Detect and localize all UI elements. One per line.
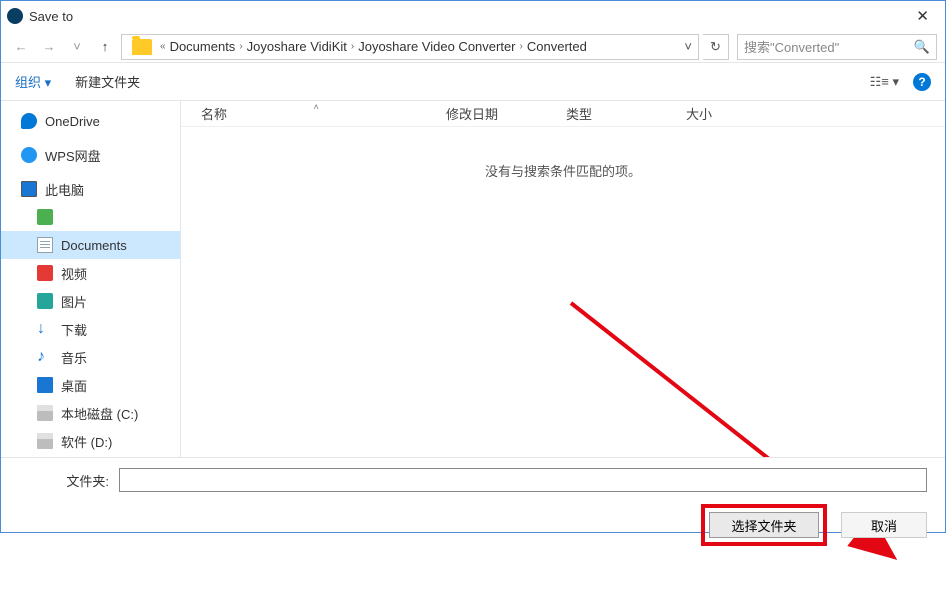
col-header-name[interactable]: ˄名称 [181, 104, 446, 123]
sidebar-item[interactable]: 本地磁盘 (C:) [1, 399, 180, 427]
search-icon: 🔍 [914, 39, 930, 55]
drive-icon [37, 405, 53, 421]
footer: 文件夹: 选择文件夹 取消 [1, 457, 945, 532]
app-icon [7, 8, 23, 24]
sidebar-item[interactable]: 此电脑 [1, 175, 180, 203]
sidebar-item-label: 软件 (D:) [61, 432, 112, 451]
organize-menu[interactable]: 组织 ▾ [15, 72, 51, 91]
image-icon [37, 293, 53, 309]
view-mode-button[interactable]: ☷≡ ▾ [870, 74, 899, 90]
chevron-right-icon: › [351, 41, 354, 52]
window-title: Save to [29, 9, 73, 24]
folder-label: 文件夹: [19, 471, 109, 490]
pc-icon [21, 181, 37, 197]
cloud-od-icon [21, 113, 37, 129]
search-placeholder: 搜索"Converted" [744, 37, 839, 56]
back-button[interactable]: ← [9, 35, 33, 59]
sidebar-item[interactable]: 桌面 [1, 371, 180, 399]
nav-row: ← → ˅ ↑ « Documents › Joyoshare VidiKit … [1, 31, 945, 63]
sidebar-item[interactable]: 软件 (D:) [1, 427, 180, 455]
sidebar-item[interactable]: 视频 [1, 259, 180, 287]
doc-icon [37, 237, 53, 253]
cloud-wps-icon [21, 147, 37, 163]
column-headers: ˄名称 修改日期 类型 大小 [181, 101, 945, 127]
sidebar-item[interactable]: 音乐 [1, 343, 180, 371]
sidebar-item-label: Documents [61, 238, 127, 253]
address-bar[interactable]: « Documents › Joyoshare VidiKit › Joyosh… [121, 34, 699, 60]
refresh-button[interactable]: ↻ [703, 34, 729, 60]
breadcrumb[interactable]: Documents [170, 39, 236, 54]
sidebar-item-label: OneDrive [45, 114, 100, 129]
download-icon [37, 321, 53, 337]
desktop-icon [37, 377, 53, 393]
help-icon[interactable]: ? [913, 73, 931, 91]
close-button[interactable]: ✕ [906, 3, 939, 29]
chevron-right-icon: › [520, 41, 523, 52]
folder-row: 文件夹: [19, 468, 927, 492]
cancel-button[interactable]: 取消 [841, 512, 927, 538]
annotation-highlight: 选择文件夹 [701, 504, 827, 546]
chevron-right-icon: › [239, 41, 242, 52]
sidebar-item-label: 图片 [61, 292, 87, 311]
sidebar-item-label: 此电脑 [45, 180, 84, 199]
sidebar-item[interactable]: WPS网盘 [1, 141, 180, 169]
toolbar: 组织 ▾ 新建文件夹 ☷≡ ▾ ? [1, 63, 945, 101]
video-icon [37, 265, 53, 281]
folder-icon [132, 39, 152, 55]
file-list-area: ˄名称 修改日期 类型 大小 没有与搜索条件匹配的项。 [181, 101, 945, 459]
up-button[interactable]: ↑ [93, 35, 117, 59]
address-dropdown[interactable]: ˅ [684, 39, 692, 54]
col-header-size[interactable]: 大小 [686, 104, 766, 123]
forward-button[interactable]: → [37, 35, 61, 59]
sidebar-item-label: 音乐 [61, 348, 87, 367]
green-icon [37, 209, 53, 225]
sidebar-item[interactable]: Documents [1, 231, 180, 259]
titlebar: Save to ✕ [1, 1, 945, 31]
col-header-date[interactable]: 修改日期 [446, 104, 566, 123]
annotation-arrow [561, 293, 921, 593]
sidebar-item[interactable] [1, 203, 180, 231]
music-icon [37, 349, 53, 365]
sidebar-item-label: 下载 [61, 320, 87, 339]
sidebar-item[interactable]: 图片 [1, 287, 180, 315]
new-folder-button[interactable]: 新建文件夹 [75, 72, 140, 91]
sidebar-item-label: 视频 [61, 264, 87, 283]
sidebar: OneDrive WPS网盘此电脑 Documents 视频图片下载音乐桌面本地磁盘 … [1, 101, 181, 459]
breadcrumb[interactable]: Converted [527, 39, 587, 54]
col-header-type[interactable]: 类型 [566, 104, 686, 123]
drive-icon [37, 433, 53, 449]
breadcrumb-overflow[interactable]: « [160, 41, 166, 52]
empty-message: 没有与搜索条件匹配的项。 [181, 161, 945, 180]
select-folder-button[interactable]: 选择文件夹 [709, 512, 819, 538]
button-row: 选择文件夹 取消 [19, 504, 927, 546]
folder-input[interactable] [119, 468, 927, 492]
sidebar-item-label: 桌面 [61, 376, 87, 395]
sidebar-item-label: 本地磁盘 (C:) [61, 404, 138, 423]
body: OneDrive WPS网盘此电脑 Documents 视频图片下载音乐桌面本地磁盘 … [1, 101, 945, 459]
breadcrumb[interactable]: Joyoshare Video Converter [358, 39, 515, 54]
sidebar-item[interactable]: OneDrive [1, 107, 180, 135]
sort-indicator-icon: ˄ [314, 102, 319, 112]
sidebar-item[interactable]: 下载 [1, 315, 180, 343]
search-input[interactable]: 搜索"Converted" 🔍 [737, 34, 937, 60]
recent-button[interactable]: ˅ [65, 35, 89, 59]
breadcrumb[interactable]: Joyoshare VidiKit [247, 39, 347, 54]
sidebar-item-label: WPS网盘 [45, 146, 101, 165]
